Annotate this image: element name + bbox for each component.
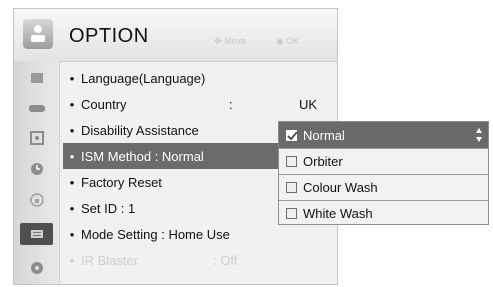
sidebar-item-network[interactable] xyxy=(20,257,53,279)
picture-icon xyxy=(30,73,43,83)
ok-button-icon: ◉ xyxy=(276,36,284,46)
sidebar-item-option[interactable] xyxy=(20,223,53,245)
ok-hint: ◉ OK xyxy=(276,36,300,46)
menu-item-language[interactable]: • Language(Language) xyxy=(63,65,329,91)
time-icon xyxy=(30,163,43,175)
sidebar-item-picture[interactable] xyxy=(20,67,53,89)
move-arrows-icon: ✥ xyxy=(214,36,222,46)
up-down-arrow-icon xyxy=(476,128,482,142)
country-value: UK xyxy=(298,96,317,112)
sidebar-item-setup[interactable] xyxy=(20,127,53,149)
audio-icon xyxy=(28,105,45,112)
sidebar-item-audio[interactable] xyxy=(20,97,53,119)
page-title: OPTION xyxy=(69,25,149,47)
dropdown-option-white-wash[interactable]: White Wash xyxy=(279,200,488,226)
menu-header: OPTION ✥ Move ◉ OK xyxy=(14,9,337,62)
checkbox-icon xyxy=(286,208,297,219)
category-sidebar xyxy=(14,61,60,284)
dropdown-option-normal[interactable]: Normal xyxy=(279,122,488,148)
checkbox-icon xyxy=(286,182,297,193)
sidebar-item-lock[interactable] xyxy=(20,189,53,211)
dropdown-option-colour-wash[interactable]: Colour Wash xyxy=(279,174,488,200)
network-icon xyxy=(30,262,43,274)
move-hint: ✥ Move xyxy=(214,36,247,46)
checked-checkbox-icon xyxy=(286,129,298,141)
dropdown-option-orbiter[interactable]: Orbiter xyxy=(279,148,488,174)
sidebar-item-time[interactable] xyxy=(20,158,53,180)
setup-icon xyxy=(29,131,44,145)
option-icon xyxy=(23,19,53,49)
option-icon xyxy=(30,230,43,238)
menu-item-country[interactable]: • Country : UK xyxy=(63,91,329,117)
ism-method-dropdown: Normal Orbiter Colour Wash White Wash xyxy=(278,121,489,225)
lock-icon xyxy=(29,193,44,207)
menu-item-ir-blaster: • IR Blaster : Off xyxy=(69,252,238,268)
checkbox-icon xyxy=(286,156,297,167)
